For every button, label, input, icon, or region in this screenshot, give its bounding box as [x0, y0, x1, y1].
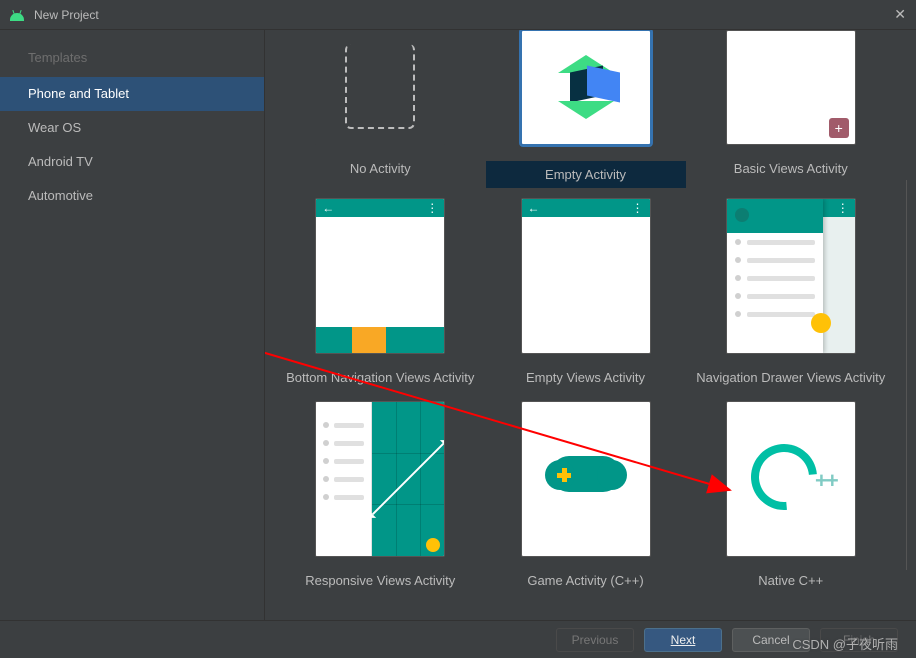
thumbnail: ←⋮ — [521, 198, 651, 354]
footer: Previous Next Cancel Finish — [0, 620, 916, 658]
fab-icon — [811, 313, 831, 333]
template-nav-drawer[interactable]: ⋮ Navigation Drawer Views Activity — [696, 198, 887, 391]
template-no-activity[interactable]: No Activity — [285, 30, 476, 188]
bottombar-icon — [316, 327, 444, 353]
template-game-cpp[interactable]: Game Activity (C++) — [486, 401, 686, 594]
template-basic-views[interactable]: + Basic Views Activity — [696, 30, 887, 188]
sidebar-item-android-tv[interactable]: Android TV — [0, 145, 264, 179]
template-empty-activity[interactable]: Empty Activity — [486, 30, 686, 188]
thumbnail — [315, 30, 445, 145]
close-icon[interactable]: ✕ — [894, 6, 906, 23]
thumbnail: + — [726, 30, 856, 145]
finish-button[interactable]: Finish — [820, 628, 898, 652]
sidebar-item-wear-os[interactable]: Wear OS — [0, 111, 264, 145]
thumbnail — [521, 30, 651, 145]
sidebar-heading: Templates — [0, 30, 264, 77]
thumbnail: ++ — [726, 401, 856, 557]
thumbnail: ⋮ — [726, 198, 856, 354]
titlebar: New Project ✕ — [0, 0, 916, 30]
template-label: Empty Views Activity — [526, 370, 645, 391]
plus-badge-icon: + — [829, 118, 849, 138]
detail-pane-icon — [372, 402, 444, 556]
next-button[interactable]: Next — [644, 628, 722, 652]
template-label: No Activity — [350, 161, 411, 182]
thumbnail — [315, 401, 445, 557]
template-gallery: No Activity Empty Activity + Basic Views… — [265, 30, 916, 620]
template-label: Bottom Navigation Views Activity — [286, 370, 474, 391]
sidebar-item-automotive[interactable]: Automotive — [0, 179, 264, 213]
template-label: Responsive Views Activity — [305, 573, 455, 594]
template-label: Navigation Drawer Views Activity — [696, 370, 885, 391]
template-native-cpp[interactable]: ++ Native C++ — [696, 401, 887, 594]
scrollbar[interactable] — [906, 180, 910, 570]
template-bottom-nav[interactable]: ←⋮ Bottom Navigation Views Activity — [285, 198, 476, 391]
compose-logo-icon — [558, 55, 614, 111]
thumbnail: ←⋮ — [315, 198, 445, 354]
appbar-icon: ←⋮ — [316, 199, 444, 217]
window-title: New Project — [34, 8, 894, 22]
template-label: Game Activity (C++) — [527, 573, 643, 594]
previous-button[interactable]: Previous — [556, 628, 634, 652]
template-label: Empty Activity — [486, 161, 686, 188]
template-label: Basic Views Activity — [734, 161, 848, 182]
cancel-button[interactable]: Cancel — [732, 628, 810, 652]
dashed-box-icon — [345, 44, 415, 129]
appbar-icon: ←⋮ — [522, 199, 650, 217]
cpp-icon: ++ — [751, 438, 831, 518]
gamepad-icon — [551, 456, 621, 498]
template-empty-views[interactable]: ←⋮ Empty Views Activity — [486, 198, 686, 391]
main-area: Templates Phone and Tablet Wear OS Andro… — [0, 30, 916, 620]
template-label: Native C++ — [758, 573, 823, 594]
drawer-icon — [727, 199, 823, 353]
sidebar-item-phone-tablet[interactable]: Phone and Tablet — [0, 77, 264, 111]
sidebar: Templates Phone and Tablet Wear OS Andro… — [0, 30, 265, 620]
template-responsive[interactable]: Responsive Views Activity — [285, 401, 476, 594]
android-logo-icon — [10, 8, 24, 22]
thumbnail — [521, 401, 651, 557]
list-pane-icon — [316, 402, 372, 556]
